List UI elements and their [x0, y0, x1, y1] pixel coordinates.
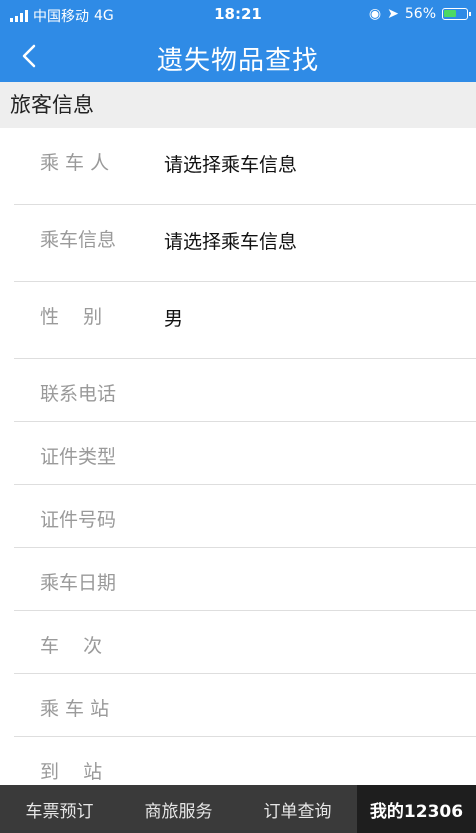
form-row-id-type[interactable]: 证件类型: [14, 422, 476, 485]
battery-percent: 56%: [404, 6, 436, 22]
tab-order-query[interactable]: 订单查询: [238, 785, 357, 833]
passenger-form: 乘 车 人 请选择乘车信息 乘车信息 请选择乘车信息 性 别 男 联系电话 证件…: [0, 128, 476, 785]
row-label: 乘 车 站: [40, 698, 110, 720]
row-label: 车 次: [40, 635, 103, 657]
form-row-id-number[interactable]: 证件号码: [14, 485, 476, 548]
row-label: 乘车日期: [40, 572, 117, 594]
form-row-departure-station[interactable]: 乘 车 站: [14, 674, 476, 737]
status-right: ◉ ➤ 56%: [368, 6, 471, 22]
form-row-train-number[interactable]: 车 次: [14, 611, 476, 674]
tab-bar: 车票预订 商旅服务 订单查询 我的12306: [0, 785, 476, 833]
section-header-passenger-info: 旅客信息: [0, 82, 476, 128]
row-label: 性 别: [40, 306, 103, 328]
form-row-passenger[interactable]: 乘 车 人 请选择乘车信息: [14, 128, 476, 205]
battery-fill: [444, 10, 456, 17]
row-value: 男: [164, 308, 184, 330]
row-label: 到 站: [40, 761, 103, 783]
battery-icon: [442, 8, 471, 20]
row-label: 证件号码: [40, 509, 117, 531]
nav-bar: 遗失物品查找: [0, 30, 476, 82]
form-row-gender[interactable]: 性 别 男: [14, 282, 476, 359]
row-value: 请选择乘车信息: [164, 154, 298, 176]
row-label: 乘车信息: [40, 229, 117, 251]
status-bar: 中国移动 4G 18:21 ◉ ➤ 56%: [0, 0, 476, 30]
row-label: 证件类型: [40, 446, 117, 468]
row-label: 乘 车 人: [40, 152, 110, 174]
alarm-icon: ◉: [368, 6, 382, 22]
form-row-ride-info[interactable]: 乘车信息 请选择乘车信息: [14, 205, 476, 282]
row-label: 联系电话: [40, 383, 117, 405]
tab-ticket-booking[interactable]: 车票预订: [0, 785, 119, 833]
form-row-ride-date[interactable]: 乘车日期: [14, 548, 476, 611]
tab-my-12306[interactable]: 我的12306: [357, 785, 476, 833]
tab-business-travel[interactable]: 商旅服务: [119, 785, 238, 833]
form-row-arrival-station[interactable]: 到 站: [14, 737, 476, 785]
page-title: 遗失物品查找: [156, 46, 319, 76]
location-arrow-icon: ➤: [387, 6, 399, 22]
form-row-phone[interactable]: 联系电话: [14, 359, 476, 422]
row-value: 请选择乘车信息: [164, 231, 298, 253]
